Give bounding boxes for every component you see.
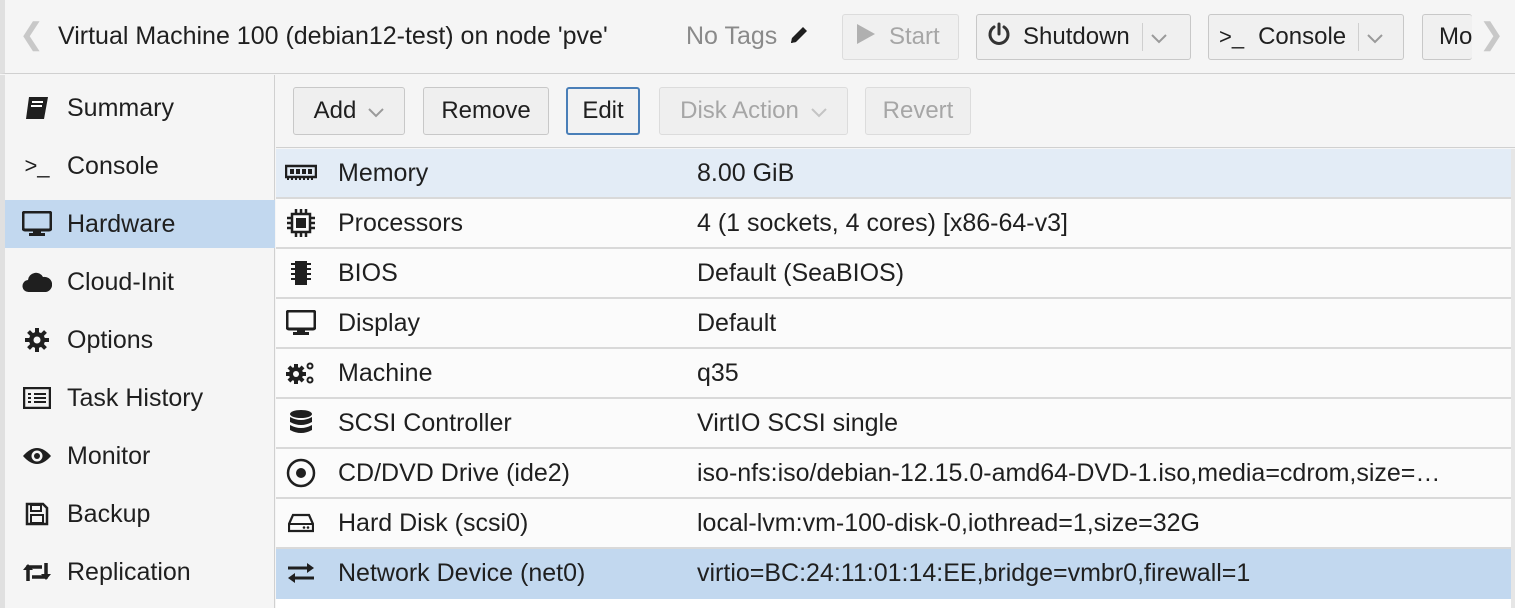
start-label: Start xyxy=(889,23,940,50)
sidebar-item-cloud-init[interactable]: Cloud-Init xyxy=(5,258,275,306)
terminal-icon: >_ xyxy=(24,153,50,178)
grid-scrollbar[interactable] xyxy=(1511,149,1515,608)
sidebar-item-options[interactable]: Options xyxy=(5,316,275,364)
hardware-key: Memory xyxy=(338,158,429,187)
hardware-row-cd-dvd-drive[interactable]: CD/DVD Drive (ide2) iso-nfs:iso/debian-1… xyxy=(276,449,1511,499)
hardware-row-scsi-controller[interactable]: SCSI Controller VirtIO SCSI single xyxy=(276,399,1511,449)
disc-icon xyxy=(276,458,326,488)
hardware-key: SCSI Controller xyxy=(338,408,512,437)
hardware-row-machine[interactable]: Machine q35 xyxy=(276,349,1511,399)
gear-icon xyxy=(5,327,67,353)
hardware-value: 4 (1 sockets, 4 cores) [x86-64-v3] xyxy=(697,208,1068,237)
revert-label: Revert xyxy=(882,97,954,124)
hardware-row-display[interactable]: Display Default xyxy=(276,299,1511,349)
scroll-left-icon[interactable]: ❮ xyxy=(19,20,44,50)
more-label: More xyxy=(1439,23,1472,50)
chip-icon xyxy=(276,259,326,287)
desktop-icon xyxy=(5,211,67,237)
sidebar-item-backup[interactable]: Backup xyxy=(5,490,275,538)
hardware-key: CD/DVD Drive (ide2) xyxy=(338,458,570,487)
book-icon xyxy=(5,95,67,121)
hardware-key: Processors xyxy=(338,208,464,237)
chevron-down-icon[interactable] xyxy=(1151,23,1167,51)
disk-action-label: Disk Action xyxy=(680,97,799,124)
hardware-row-memory[interactable]: Memory 8.00 GiB xyxy=(276,149,1511,199)
page-title: Virtual Machine 100 (debian12-test) on n… xyxy=(58,22,608,50)
hardware-value: 8.00 GiB xyxy=(697,158,795,187)
add-button[interactable]: Add xyxy=(293,87,405,135)
chevron-down-icon xyxy=(368,97,385,125)
edit-label: Edit xyxy=(582,97,624,124)
list-icon xyxy=(5,387,67,409)
hardware-key: Network Device (net0) xyxy=(338,558,586,587)
sidebar-item-task-history[interactable]: Task History xyxy=(5,374,275,422)
hardware-key: Hard Disk (scsi0) xyxy=(338,508,529,537)
hardware-row-network-device[interactable]: Network Device (net0) virtio=BC:24:11:01… xyxy=(276,549,1511,599)
eye-icon xyxy=(5,446,67,466)
tags-editor[interactable]: No Tags xyxy=(686,22,810,53)
sidebar-item-replication[interactable]: Replication xyxy=(5,548,275,596)
terminal-icon: >_ xyxy=(1219,24,1245,49)
power-icon xyxy=(987,22,1011,53)
hardware-key: Machine xyxy=(338,358,433,387)
hardware-value: virtio=BC:24:11:01:14:EE,bridge=vmbr0,fi… xyxy=(697,558,1251,587)
scroll-right-icon[interactable]: ❯ xyxy=(1479,20,1504,50)
remove-button[interactable]: Remove xyxy=(423,87,549,135)
sidebar-item-console[interactable]: >_ Console xyxy=(5,142,275,190)
play-icon xyxy=(855,22,877,53)
hardware-value: VirtIO SCSI single xyxy=(697,408,899,437)
floppy-icon xyxy=(5,502,67,526)
add-label: Add xyxy=(313,97,357,124)
tags-label: No Tags xyxy=(686,22,778,50)
hardware-key: BIOS xyxy=(338,258,398,287)
shutdown-button[interactable]: Shutdown xyxy=(976,14,1191,60)
memory-icon xyxy=(276,164,326,182)
header-bar: ❮ Virtual Machine 100 (debian12-test) on… xyxy=(0,0,1515,74)
console-button[interactable]: >_ Console xyxy=(1208,14,1404,60)
cpu-icon xyxy=(276,208,326,238)
sidebar: Summary >_ Console Hardware Cloud-Init O… xyxy=(0,75,275,608)
remove-label: Remove xyxy=(441,97,531,124)
sidebar-item-hardware[interactable]: Hardware xyxy=(5,200,275,248)
monitor-icon xyxy=(276,310,326,336)
retweet-icon xyxy=(5,561,67,583)
sidebar-item-summary[interactable]: Summary xyxy=(5,84,275,132)
shutdown-label: Shutdown xyxy=(1023,23,1130,50)
revert-button[interactable]: Revert xyxy=(865,87,971,135)
hardware-value: q35 xyxy=(697,358,739,387)
cloud-icon xyxy=(5,271,67,293)
chevron-down-icon[interactable] xyxy=(1367,23,1383,51)
console-label: Console xyxy=(1258,23,1347,50)
more-button[interactable]: More xyxy=(1422,14,1472,60)
edit-button[interactable]: Edit xyxy=(566,87,640,135)
hardware-toolbar: Add Remove Edit Disk Action Revert xyxy=(276,75,1515,148)
chevron-down-icon xyxy=(811,97,827,125)
exchange-icon xyxy=(276,561,326,585)
disk-action-button[interactable]: Disk Action xyxy=(659,87,848,135)
hardware-value: Default (SeaBIOS) xyxy=(697,258,905,287)
hardware-value: iso-nfs:iso/debian-12.15.0-amd64-DVD-1.i… xyxy=(697,458,1441,487)
hardware-grid: Memory 8.00 GiB Processors 4 (1 sockets,… xyxy=(276,149,1511,608)
hardware-row-processors[interactable]: Processors 4 (1 sockets, 4 cores) [x86-6… xyxy=(276,199,1511,249)
cogs-icon xyxy=(276,359,326,387)
hardware-value: Default xyxy=(697,308,777,337)
database-icon xyxy=(276,409,326,437)
start-button[interactable]: Start xyxy=(842,14,959,60)
hardware-row-hard-disk[interactable]: Hard Disk (scsi0) local-lvm:vm-100-disk-… xyxy=(276,499,1511,549)
sidebar-item-monitor[interactable]: Monitor xyxy=(5,432,275,480)
hardware-key: Display xyxy=(338,308,420,337)
hardware-value: local-lvm:vm-100-disk-0,iothread=1,size=… xyxy=(697,508,1200,537)
hardware-row-bios[interactable]: BIOS Default (SeaBIOS) xyxy=(276,249,1511,299)
pencil-icon[interactable] xyxy=(788,24,810,53)
hdd-icon xyxy=(276,513,326,533)
